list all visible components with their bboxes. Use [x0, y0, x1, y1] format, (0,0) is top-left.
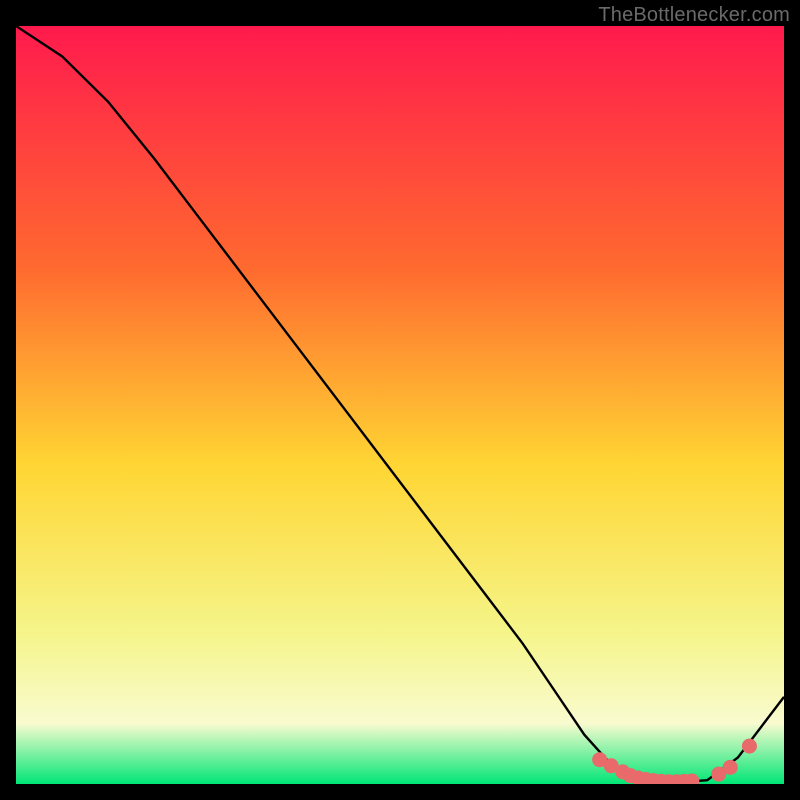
data-marker — [723, 760, 737, 774]
plot-area — [16, 26, 784, 784]
data-marker — [742, 739, 756, 753]
chart-svg — [16, 26, 784, 784]
watermark-text: TheBottlenecker.com — [598, 4, 790, 27]
gradient-background — [16, 26, 784, 784]
chart-container: TheBottlenecker.com — [0, 0, 800, 800]
data-marker — [685, 774, 699, 784]
